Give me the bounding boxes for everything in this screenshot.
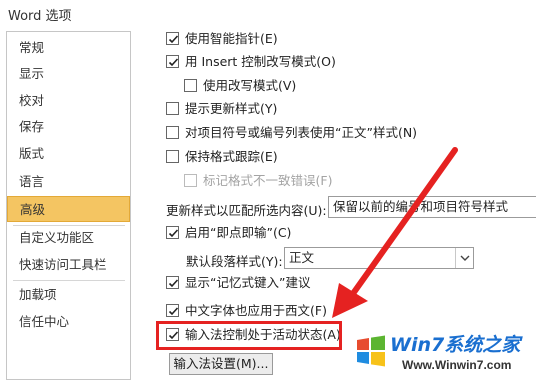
watermark-url: Www.Winwin7.com xyxy=(402,358,512,372)
windows-logo-icon xyxy=(357,335,385,367)
watermark: Win7系统之家 Www.Winwin7.com xyxy=(352,330,536,380)
annotation-arrow-icon xyxy=(332,147,458,318)
watermark-brand: Win7系统之家 xyxy=(390,334,521,356)
